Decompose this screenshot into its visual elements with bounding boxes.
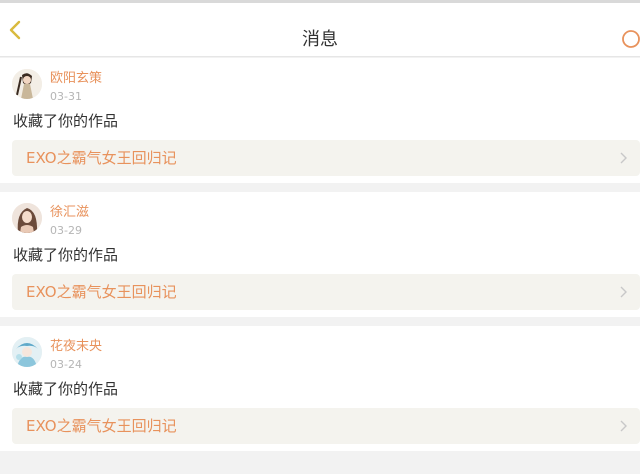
message-card: 花夜末央 03-24 收藏了你的作品 EXO之霸气女王回归记 xyxy=(0,326,640,451)
work-link[interactable]: EXO之霸气女王回归记 xyxy=(12,274,640,310)
message-date: 03-29 xyxy=(50,224,82,237)
work-link[interactable]: EXO之霸气女王回归记 xyxy=(12,408,640,444)
avatar[interactable] xyxy=(12,69,42,99)
work-title: EXO之霸气女王回归记 xyxy=(26,283,177,301)
work-title: EXO之霸气女王回归记 xyxy=(26,417,177,435)
work-title: EXO之霸气女王回归记 xyxy=(26,149,177,167)
username[interactable]: 欧阳玄策 xyxy=(50,71,102,87)
action-text: 收藏了你的作品 xyxy=(13,246,119,264)
action-text: 收藏了你的作品 xyxy=(13,380,119,398)
chevron-right-icon xyxy=(620,286,627,298)
user-avatar-image xyxy=(12,203,42,233)
username[interactable]: 徐汇滋 xyxy=(50,205,89,221)
message-card: 徐汇滋 03-29 收藏了你的作品 EXO之霸气女王回归记 xyxy=(0,192,640,317)
chevron-right-icon xyxy=(620,152,627,164)
user-avatar-image xyxy=(12,69,42,99)
user-avatar-image xyxy=(12,337,42,367)
username[interactable]: 花夜末央 xyxy=(50,339,102,355)
search-button[interactable] xyxy=(616,27,640,51)
header-bar: 消息 xyxy=(0,3,640,57)
avatar[interactable] xyxy=(12,337,42,367)
action-text: 收藏了你的作品 xyxy=(13,112,119,130)
search-icon xyxy=(622,30,640,48)
chevron-right-icon xyxy=(620,420,627,432)
work-link[interactable]: EXO之霸气女王回归记 xyxy=(12,140,640,176)
message-date: 03-31 xyxy=(50,90,82,103)
message-date: 03-24 xyxy=(50,358,82,371)
page-title: 消息 xyxy=(302,29,338,50)
message-card: 欧阳玄策 03-31 收藏了你的作品 EXO之霸气女王回归记 xyxy=(0,58,640,183)
avatar[interactable] xyxy=(12,203,42,233)
